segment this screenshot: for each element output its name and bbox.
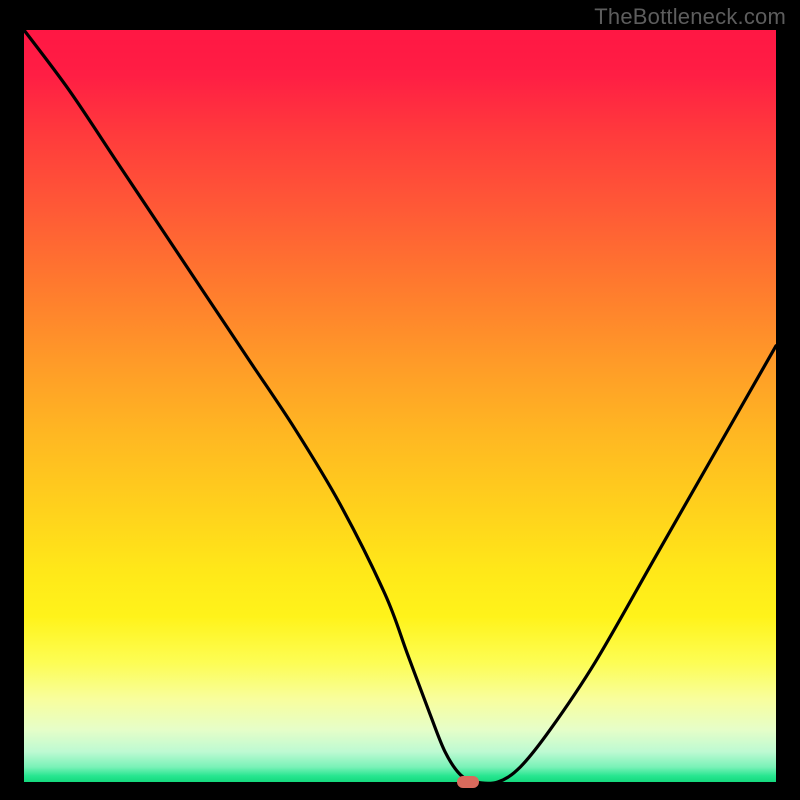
chart-frame: TheBottleneck.com: [0, 0, 800, 800]
plot-area: [24, 30, 776, 782]
bottleneck-curve: [24, 30, 776, 782]
curve-path: [24, 30, 776, 783]
watermark-text: TheBottleneck.com: [594, 4, 786, 30]
optimal-point-marker: [457, 776, 479, 788]
